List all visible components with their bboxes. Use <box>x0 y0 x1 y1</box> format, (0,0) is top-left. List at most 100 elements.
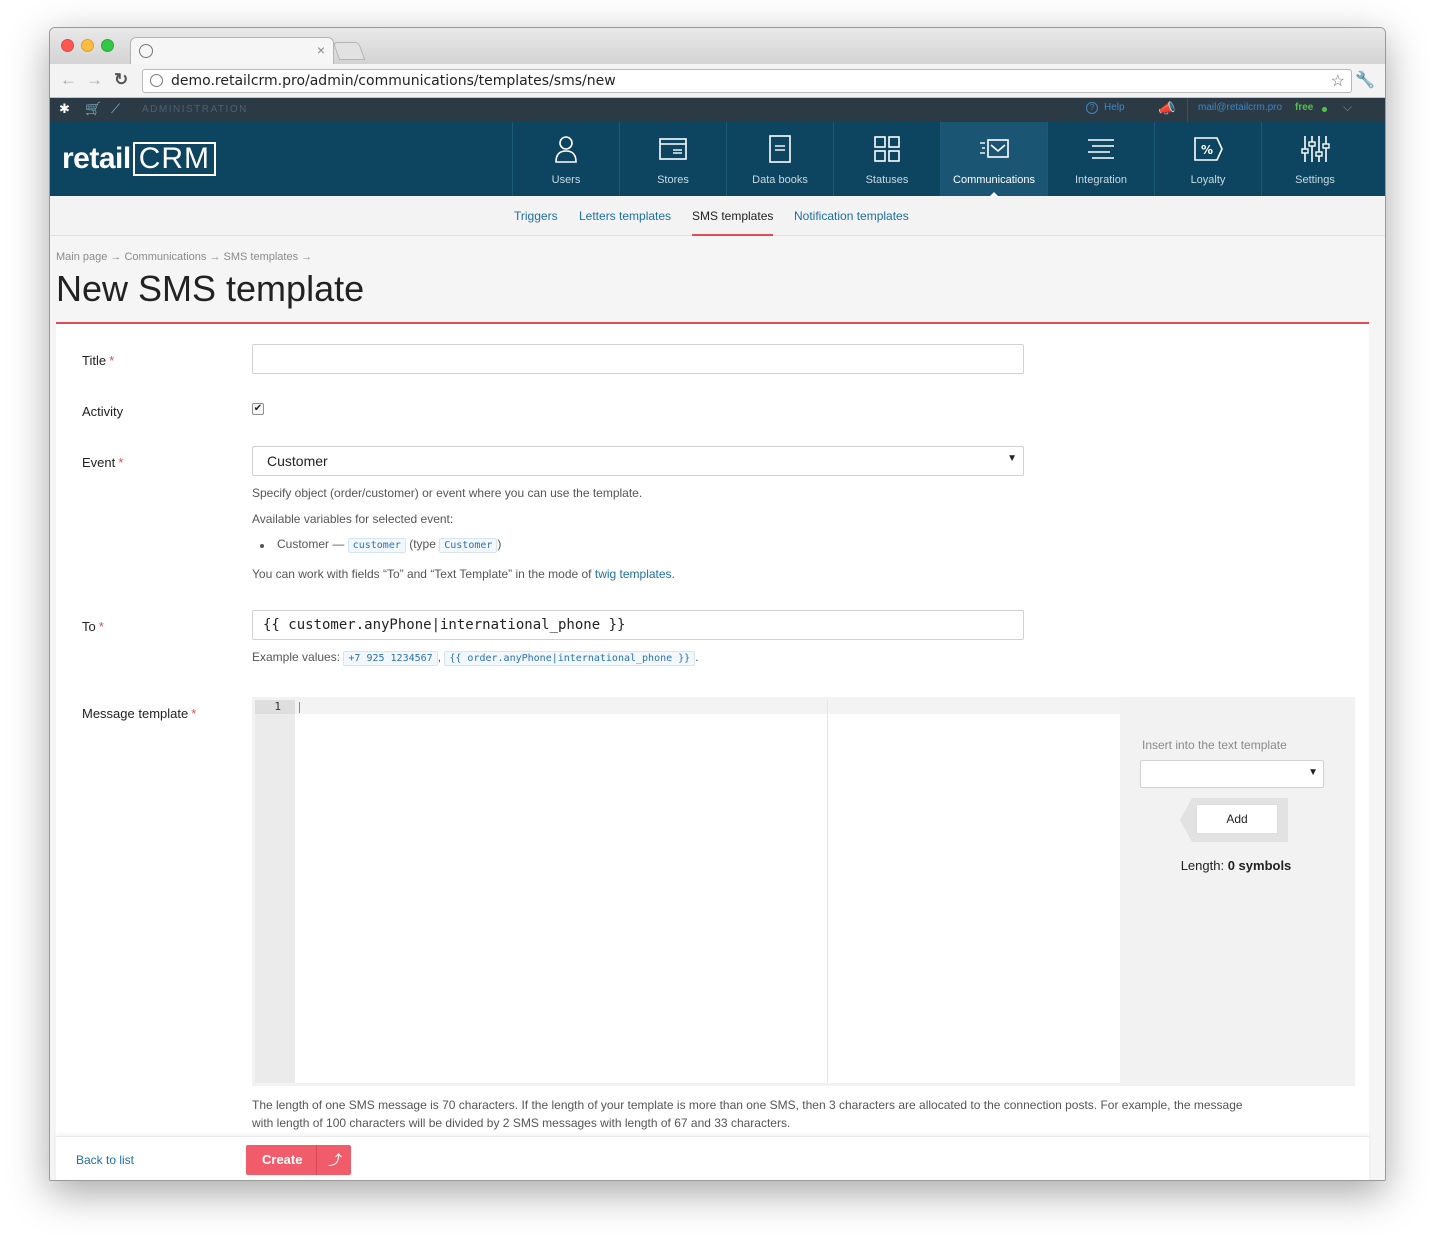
gear-icon[interactable]: ✱ <box>59 101 70 117</box>
nav-data-books[interactable]: Data books <box>726 122 833 196</box>
url-text[interactable]: demo.retailcrm.pro/admin/communications/… <box>171 73 616 89</box>
reload-icon[interactable]: ↻ <box>114 70 128 90</box>
status-dot <box>1322 107 1327 112</box>
retailcrm-logo[interactable]: retail CRM <box>62 142 217 176</box>
breadcrumb[interactable]: Main page → Communications → SMS templat… <box>56 251 312 263</box>
create-button[interactable]: Create ⤴ <box>246 1145 351 1175</box>
title-label: Title * <box>82 353 114 368</box>
to-label: To * <box>82 619 104 634</box>
nav-communications[interactable]: Communications <box>940 122 1047 197</box>
close-window-button[interactable] <box>61 39 74 52</box>
twig-hint-end: . <box>671 567 675 581</box>
store-icon <box>659 138 687 160</box>
book-icon <box>769 135 791 163</box>
chevron-down-icon[interactable]: ⌵ <box>1343 100 1352 115</box>
browser-tab[interactable]: × <box>130 37 334 65</box>
insert-variable-select[interactable]: ▼ <box>1140 760 1324 788</box>
question-icon: ? <box>1086 102 1098 114</box>
new-tab-button[interactable] <box>332 42 366 60</box>
event-select[interactable]: Customer ▼ <box>252 446 1024 476</box>
logo-crm-text: CRM <box>132 142 217 176</box>
svg-text:%: % <box>1201 143 1213 157</box>
megaphone-icon[interactable]: 📣 <box>1158 100 1175 117</box>
event-select-value: Customer <box>267 453 328 469</box>
twig-templates-link[interactable]: twig templates <box>595 567 672 581</box>
admin-bar: ✱ 🛒 ⟋ ADMINISTRATION ? Help 📣 mail@retail… <box>50 98 1385 122</box>
to-label-text: To <box>82 619 96 634</box>
line-number: 1 <box>255 700 295 714</box>
nav-label: Settings <box>1295 174 1335 186</box>
example-value-phone[interactable]: +7 925 1234567 <box>343 651 438 666</box>
nav-label: Loyalty <box>1190 174 1226 186</box>
page-title: New SMS template <box>56 268 365 309</box>
browser-window: × ← → ↻ demo.retailcrm.pro/admin/communi… <box>49 27 1386 1181</box>
arrow-up-icon[interactable]: ⤴ <box>328 1150 342 1170</box>
variable-type-open: (type <box>409 537 436 551</box>
forward-arrow-icon[interactable]: → <box>86 70 103 90</box>
sliders-icon <box>1301 136 1330 162</box>
length-label: Length: <box>1180 858 1225 873</box>
wrench-icon[interactable]: 🔧 <box>1355 70 1375 90</box>
text-cursor <box>299 702 300 713</box>
nav-settings[interactable]: Settings <box>1261 122 1368 196</box>
print-margin <box>827 700 828 1083</box>
sub-navigation: Triggers Letters templates SMS templates… <box>50 196 1385 236</box>
back-arrow-icon[interactable]: ← <box>60 70 77 90</box>
activity-checkbox[interactable]: ✔ <box>252 403 264 415</box>
nav-stores[interactable]: Stores <box>619 122 726 196</box>
globe-icon <box>150 74 163 87</box>
cart-icon[interactable]: 🛒 <box>85 101 101 117</box>
to-input[interactable] <box>252 610 1024 640</box>
nav-loyalty[interactable]: % Loyalty <box>1154 122 1261 196</box>
envelope-icon <box>980 139 1009 158</box>
title-input[interactable] <box>252 344 1024 374</box>
example-value-twig[interactable]: {{ order.anyPhone|international_phone }} <box>444 651 696 666</box>
address-bar[interactable]: demo.retailcrm.pro/admin/communications/… <box>142 69 1352 93</box>
nav-users[interactable]: Users <box>512 122 619 196</box>
admin-section-label: ADMINISTRATION <box>142 104 248 115</box>
nav-label: Communications <box>953 174 1035 186</box>
sms-length-note: The length of one SMS message is 70 char… <box>252 1098 1243 1130</box>
close-tab-icon[interactable]: × <box>317 42 325 58</box>
list-bullet <box>260 544 264 548</box>
sms-template-form: Title * Activity ✔ Event * Customer ▼ Speci… <box>56 324 1369 1136</box>
user-icon <box>555 136 577 163</box>
form-footer: Back to list Create ⤴ <box>56 1136 1369 1180</box>
minimize-window-button[interactable] <box>81 39 94 52</box>
logo-text: retail <box>62 142 131 175</box>
active-line <box>295 700 1120 714</box>
nav-label: Users <box>551 174 581 186</box>
help-link[interactable]: ? Help <box>1086 102 1125 114</box>
user-email[interactable]: mail@retailcrm.pro <box>1198 102 1282 113</box>
help-label: Help <box>1104 102 1125 113</box>
message-template-editor[interactable] <box>295 700 1120 1083</box>
example-values: Example values: +7 925 1234567, {{ order… <box>252 650 699 666</box>
activity-label: Activity <box>82 404 124 419</box>
percent-tag-icon: % <box>1194 137 1223 161</box>
grid-icon <box>874 136 900 162</box>
insert-panel: Insert into the text template ▼ Add Leng… <box>1120 700 1352 1083</box>
length-counter: Length: 0 symbols <box>1120 858 1352 873</box>
main-header: retail CRM Users Stores Data books Status… <box>50 122 1385 197</box>
plan-badge: free <box>1295 102 1314 113</box>
message-editor: 1 Insert into the text template ▼ Add Le… <box>252 697 1355 1086</box>
nav-statuses[interactable]: Statuses <box>833 122 940 196</box>
dropdown-arrow-icon: ▼ <box>1308 767 1318 778</box>
event-label-text: Event <box>82 455 116 470</box>
subnav-notification-templates[interactable]: Notification templates <box>794 209 909 223</box>
globe-icon <box>139 44 153 58</box>
maximize-window-button[interactable] <box>101 39 114 52</box>
add-button[interactable]: Add <box>1196 804 1278 834</box>
message-label-text: Message template <box>82 706 189 721</box>
variable-item: Customer — customer (type Customer) <box>277 537 501 553</box>
subnav-sms-templates[interactable]: SMS templates <box>692 209 774 236</box>
trend-chart-icon[interactable]: ⟋ <box>111 101 120 117</box>
subnav-letters-templates[interactable]: Letters templates <box>579 209 671 223</box>
nav-integration[interactable]: Integration <box>1047 122 1154 196</box>
back-to-list-link[interactable]: Back to list <box>76 1153 134 1167</box>
variable-name: Customer — <box>277 537 345 551</box>
browser-toolbar: ← → ↻ demo.retailcrm.pro/admin/communica… <box>50 64 1385 98</box>
bookmark-star-icon[interactable]: ☆ <box>1331 71 1345 91</box>
variables-heading: Available variables for selected event: <box>252 512 454 526</box>
subnav-triggers[interactable]: Triggers <box>514 209 558 223</box>
